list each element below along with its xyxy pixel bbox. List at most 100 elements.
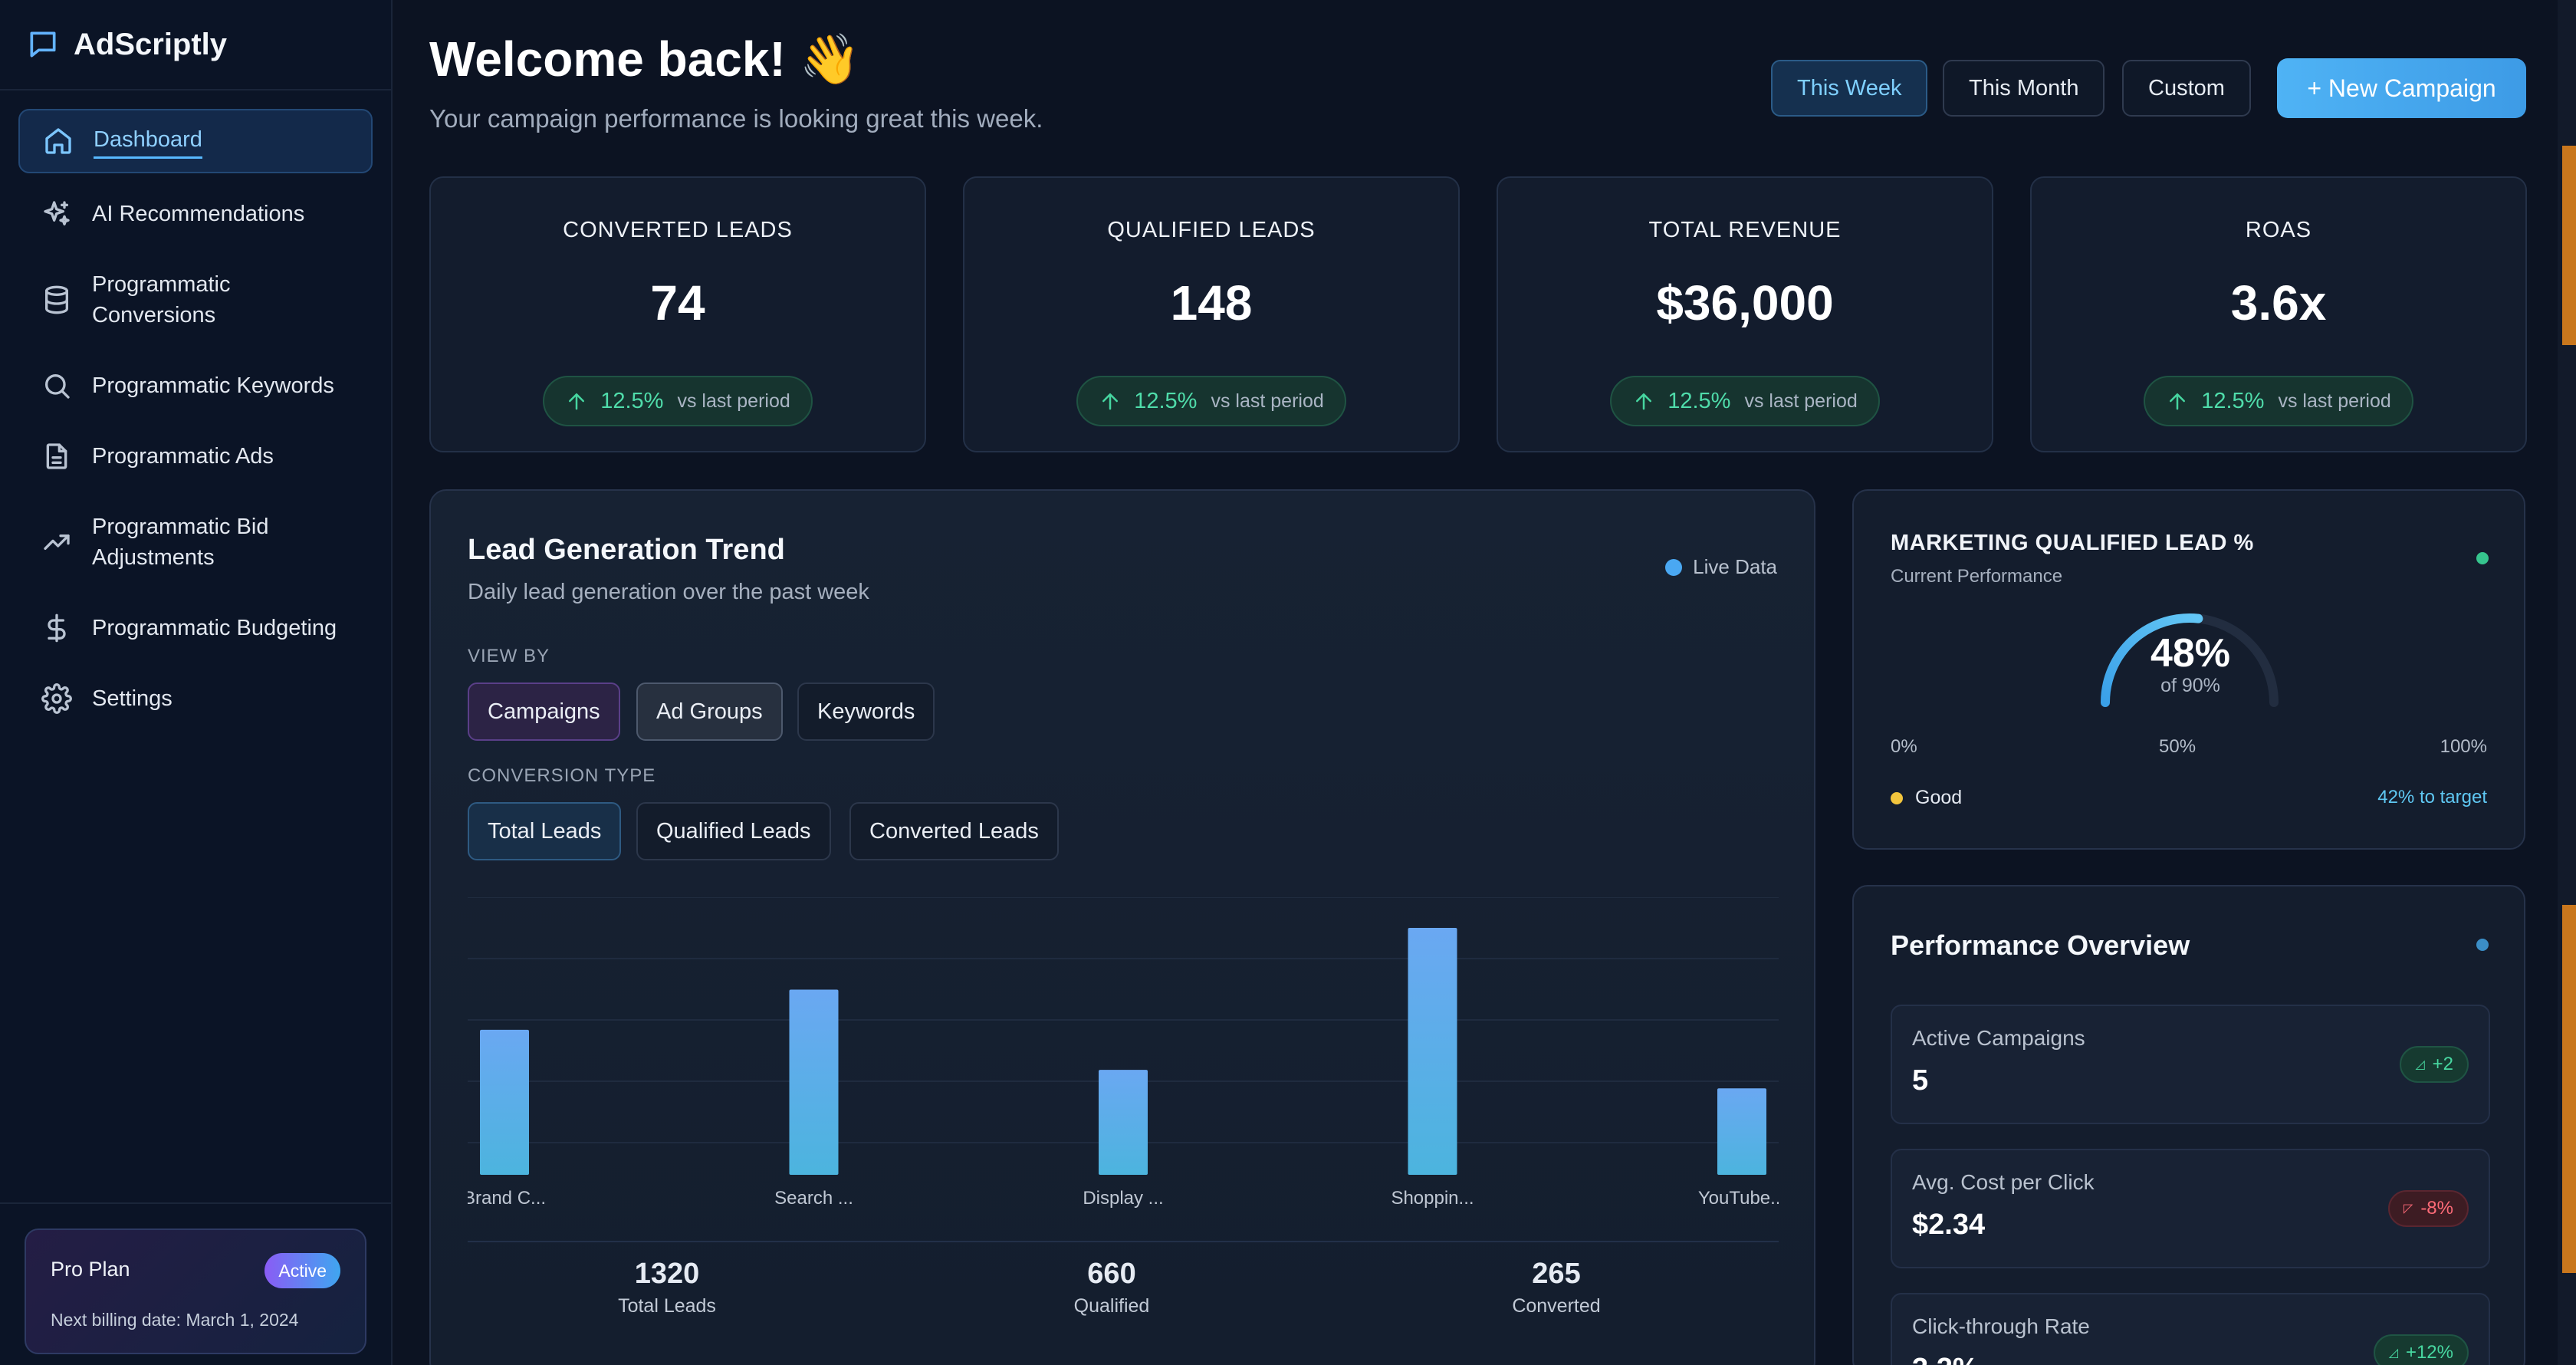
panel-subtitle: Daily lead generation over the past week: [468, 580, 869, 604]
sidebar-item-programmatic-bid-adjustments[interactable]: Programmatic Bid Adjustments: [18, 509, 373, 575]
edge-accent: [2562, 146, 2576, 345]
conversion-type-label: CONVERSION TYPE: [468, 765, 656, 786]
search-icon: [41, 370, 72, 401]
chart-bar[interactable]: [480, 1029, 529, 1175]
chart-bar[interactable]: [1717, 1088, 1766, 1175]
chart-bar[interactable]: [1408, 928, 1457, 1175]
chart-bar[interactable]: [789, 989, 839, 1176]
x-tick-label: Search ...: [774, 1188, 853, 1209]
x-tick-label: Display ...: [1083, 1188, 1163, 1209]
home-icon: [43, 126, 74, 156]
sidebar-item-programmatic-ads[interactable]: Programmatic Ads: [18, 439, 373, 474]
stat-title: QUALIFIED LEADS: [1107, 218, 1316, 242]
sidebar-item-label: Programmatic Keywords: [92, 373, 334, 398]
range-this-month-button[interactable]: This Month: [1943, 60, 2105, 117]
perf-label: Click-through Rate: [1912, 1314, 2090, 1338]
sidebar-item-programmatic-budgeting[interactable]: Programmatic Budgeting: [18, 610, 373, 646]
live-label: Live Data: [1693, 555, 1777, 578]
page-title: Welcome back! 👋: [429, 31, 861, 87]
new-campaign-button[interactable]: + New Campaign: [2277, 58, 2526, 118]
sidebar-item-dashboard[interactable]: Dashboard: [18, 109, 373, 173]
stat-card-total-revenue: TOTAL REVENUE $36,000 12.5% vs last peri…: [1497, 176, 1993, 452]
summary-label: Qualified: [1073, 1295, 1150, 1317]
document-icon: [41, 441, 72, 472]
scale-mid: 50%: [2159, 736, 2196, 757]
stat-delta-caption: vs last period: [1744, 390, 1858, 412]
stat-title: ROAS: [2245, 218, 2312, 242]
sidebar-item-label: AI Recommendations: [92, 202, 305, 226]
trend-up-icon: ◿: [2415, 1058, 2425, 1071]
stat-value: 74: [650, 275, 705, 331]
sidebar-item-label: Programmatic Conversions: [92, 272, 231, 327]
conversion-qualified-leads[interactable]: Qualified Leads: [636, 802, 831, 860]
mql-value: 48%: [2150, 631, 2231, 676]
stat-value: 148: [1170, 275, 1253, 331]
x-tick-label: Shoppin...: [1391, 1188, 1474, 1209]
summary-value: 1320: [634, 1258, 700, 1290]
view-by-ad-groups[interactable]: Ad Groups: [636, 682, 783, 741]
conversion-total-leads[interactable]: Total Leads: [468, 802, 622, 860]
live-data-indicator: Live Data: [1665, 555, 1777, 579]
stat-delta-badge: 12.5% vs last period: [1076, 376, 1346, 426]
summary-total-leads: 1320 Total Leads: [514, 1258, 820, 1317]
stat-title: CONVERTED LEADS: [563, 218, 793, 242]
trend-up-icon: ◿: [2388, 1347, 2398, 1360]
mql-subtitle: Current Performance: [1891, 566, 2063, 587]
stat-delta-value: 12.5%: [1668, 388, 1731, 413]
sidebar-item-label: Dashboard: [94, 124, 202, 159]
sidebar-item-label: Programmatic Ads: [92, 444, 274, 469]
range-this-week-button[interactable]: This Week: [1771, 60, 1928, 117]
range-custom-button[interactable]: Custom: [2122, 60, 2251, 117]
perf-badge-value: -8%: [2420, 1198, 2453, 1219]
scale-max: 100%: [2440, 736, 2487, 757]
stat-value: $36,000: [1656, 275, 1834, 331]
trend-down-icon: ◸: [2404, 1202, 2413, 1215]
gear-icon: [41, 683, 72, 714]
dollar-icon: [41, 613, 72, 643]
page-subtitle: Your campaign performance is looking gre…: [429, 104, 1043, 133]
summary-converted: 265 Converted: [1403, 1258, 1710, 1317]
chart-bar[interactable]: [1099, 1070, 1148, 1175]
panel-title: Lead Generation Trend: [468, 534, 785, 566]
x-tick-label: Brand C...: [468, 1188, 546, 1209]
brand[interactable]: AdScriptly: [0, 0, 391, 90]
mql-card: MARKETING QUALIFIED LEAD % Current Perfo…: [1852, 489, 2525, 850]
sidebar-item-label: Settings: [92, 686, 172, 711]
stat-card-qualified-leads: QUALIFIED LEADS 148 12.5% vs last period: [963, 176, 1460, 452]
sidebar-item-settings[interactable]: Settings: [18, 681, 373, 716]
arrow-up-icon: [1099, 390, 1122, 413]
stat-delta-value: 12.5%: [1134, 388, 1198, 413]
sidebar-item-programmatic-conversions[interactable]: Programmatic Conversions: [18, 267, 373, 333]
summary-value: 265: [1532, 1258, 1581, 1290]
view-by-label: VIEW BY: [468, 646, 550, 666]
stat-delta-caption: vs last period: [2278, 390, 2391, 412]
lead-bar-chart: Brand C... Search ... Display ... Shoppin..…: [468, 897, 1779, 1219]
status-label: Good: [1915, 787, 1963, 808]
scale-min: 0%: [1891, 736, 1917, 757]
perf-item-ctr[interactable]: Click-through Rate 3.2% ◿ +12%: [1891, 1293, 2490, 1365]
stat-delta-value: 12.5%: [2201, 388, 2265, 413]
view-by-campaigns[interactable]: Campaigns: [468, 682, 620, 741]
perf-item-active-campaigns[interactable]: Active Campaigns 5 ◿ +2: [1891, 1005, 2490, 1124]
sidebar-item-label: Programmatic Budgeting: [92, 616, 337, 640]
x-tick-label: YouTube...: [1698, 1188, 1779, 1209]
mql-target: 42% to target: [2377, 787, 2487, 807]
status-dot: [2476, 939, 2489, 951]
perf-item-avg-cpc[interactable]: Avg. Cost per Click $2.34 ◸ -8%: [1891, 1149, 2490, 1268]
sidebar-item-ai-recommendations[interactable]: AI Recommendations: [18, 196, 373, 232]
perf-value: $2.34: [1912, 1209, 1986, 1241]
conversion-converted-leads[interactable]: Converted Leads: [849, 802, 1059, 860]
sidebar-item-programmatic-keywords[interactable]: Programmatic Keywords: [18, 368, 373, 403]
summary-label: Converted: [1512, 1295, 1601, 1317]
plan-card[interactable]: Pro Plan Active Next billing date: March…: [25, 1228, 366, 1354]
stat-delta-badge: 12.5% vs last period: [543, 376, 813, 426]
mql-title: MARKETING QUALIFIED LEAD %: [1891, 531, 2254, 555]
view-by-keywords[interactable]: Keywords: [797, 682, 935, 741]
stat-value: 3.6x: [2230, 275, 2327, 331]
perf-label: Avg. Cost per Click: [1912, 1170, 2095, 1194]
perf-badge: ◿ +2: [2400, 1046, 2469, 1083]
stat-delta-badge: 12.5% vs last period: [1610, 376, 1880, 426]
perf-badge: ◿ +12%: [2373, 1334, 2469, 1365]
stat-delta-caption: vs last period: [1211, 390, 1324, 412]
perf-badge-value: +12%: [2405, 1342, 2453, 1363]
